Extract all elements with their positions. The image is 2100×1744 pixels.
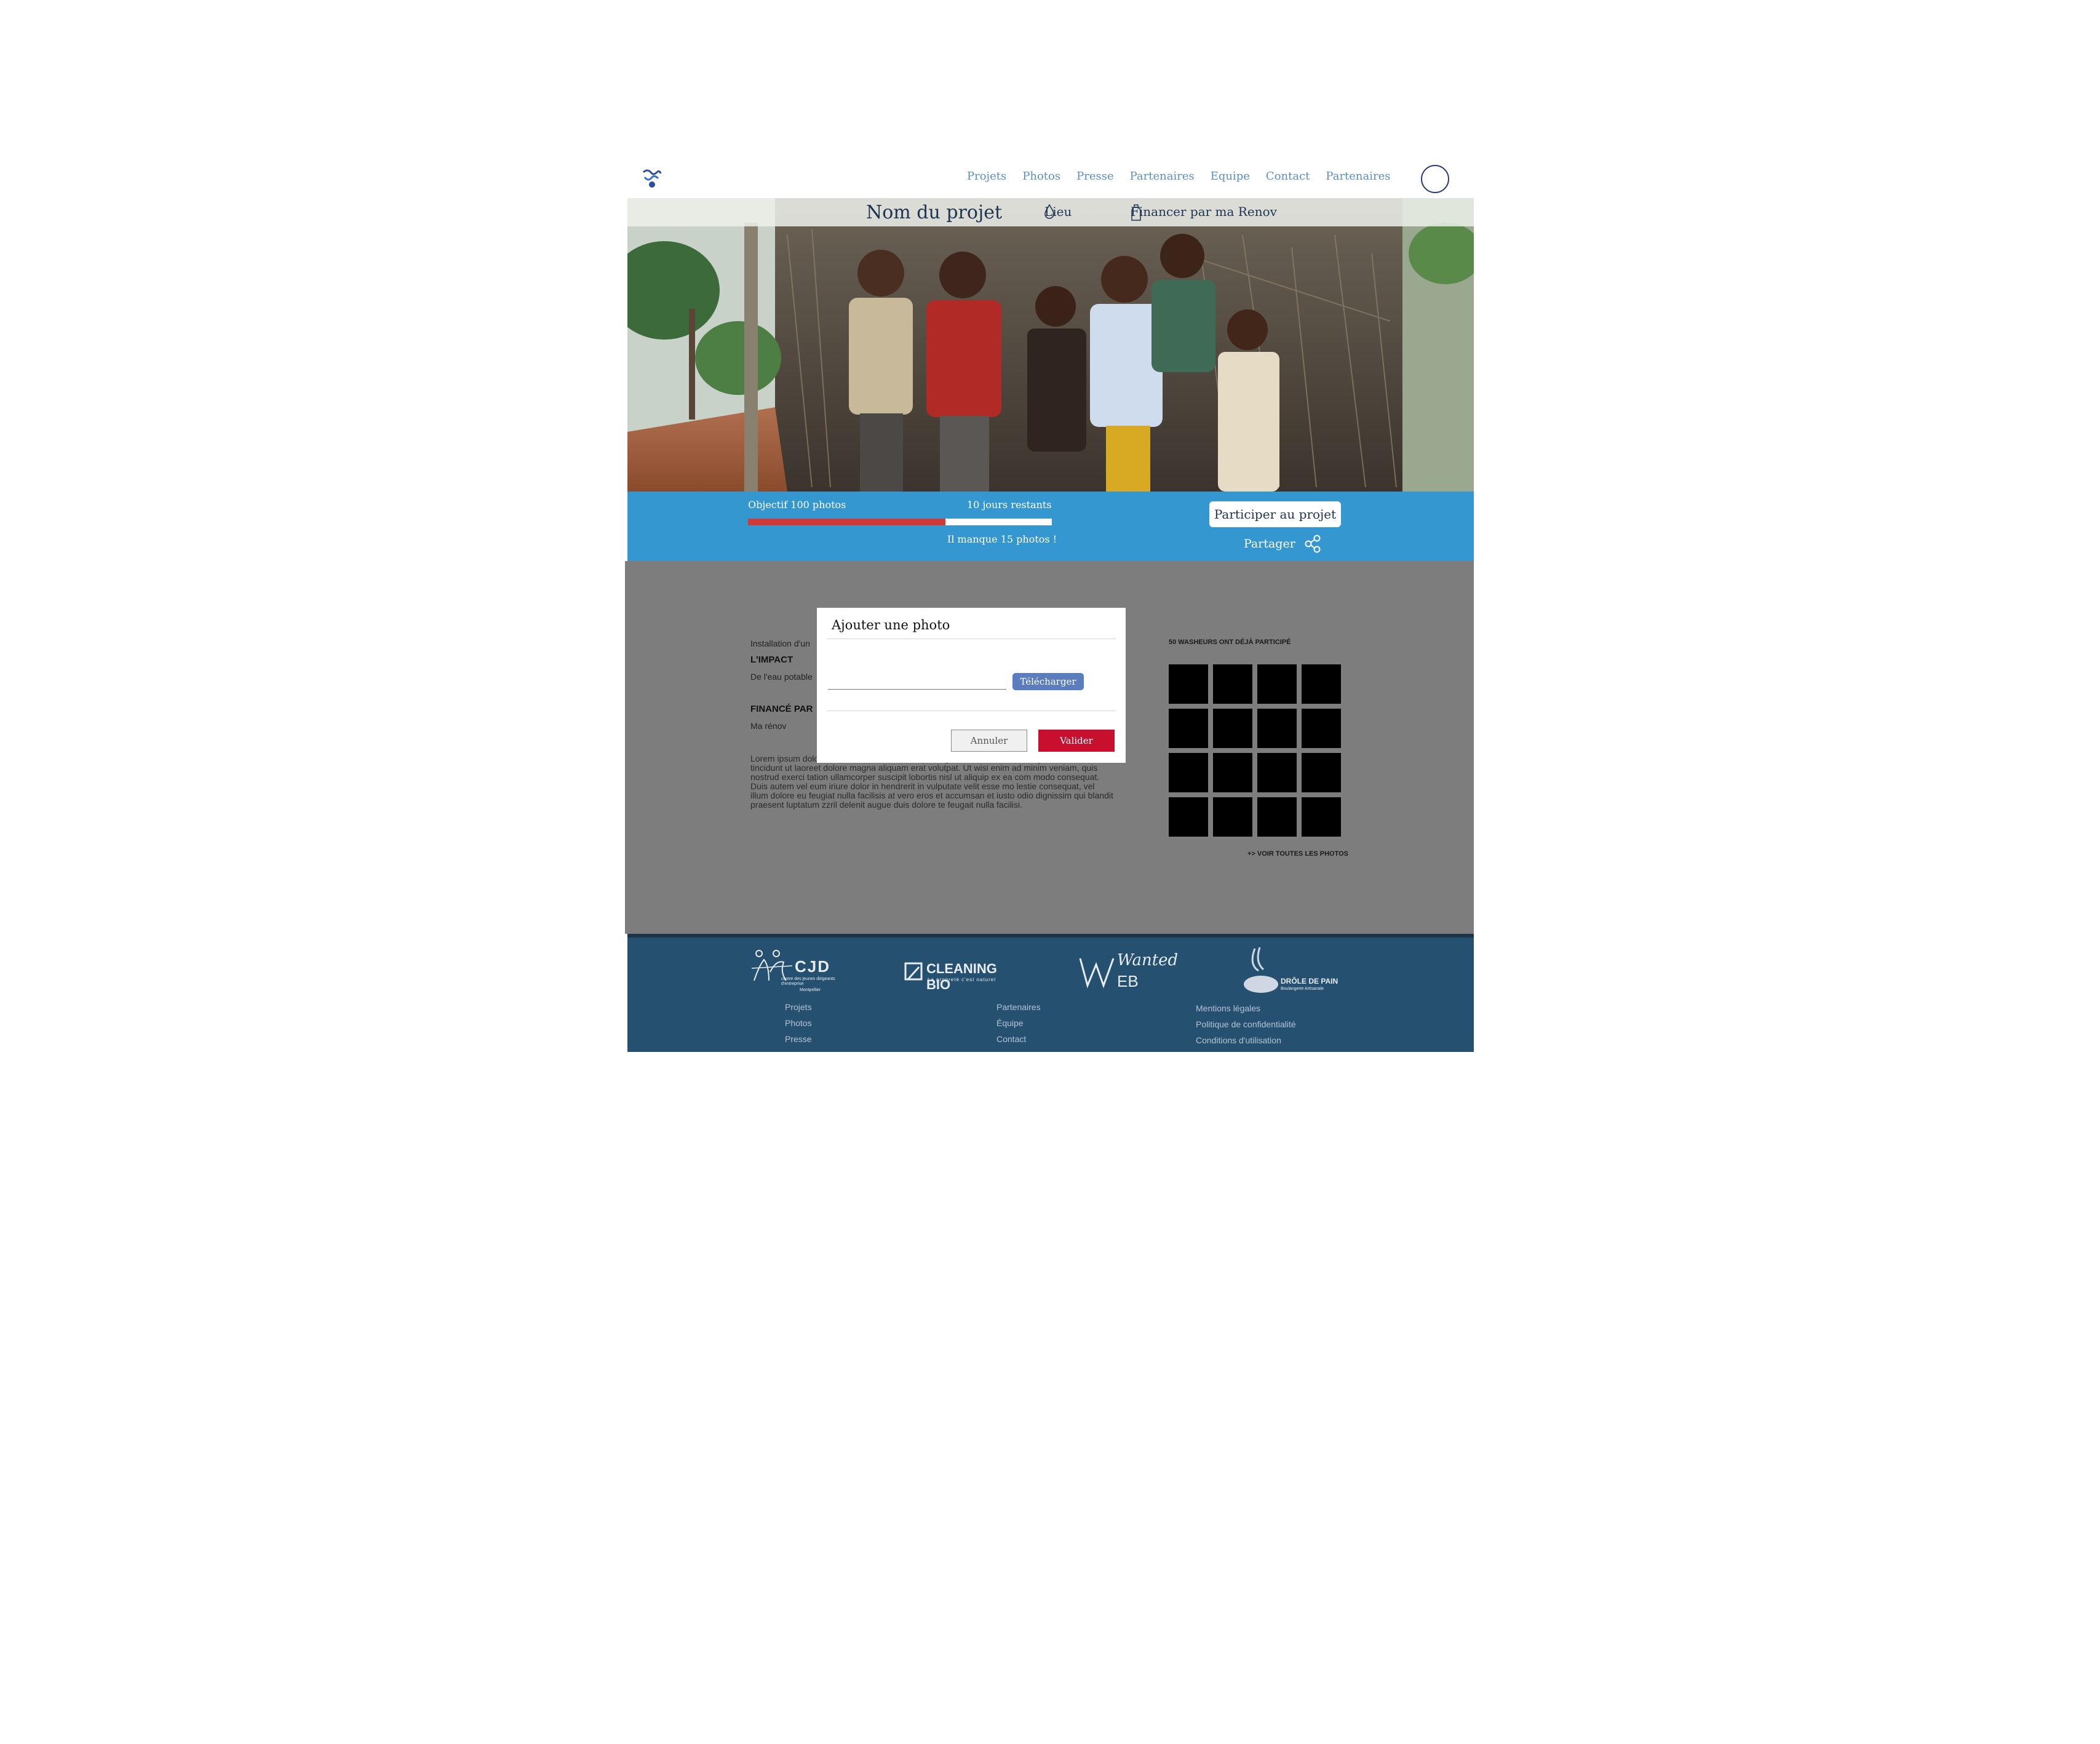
footer-link-equipe[interactable]: Équipe [996,1015,1041,1031]
cleaning-bio-mark-icon [904,962,923,981]
cjd-city: Montpellier [800,988,821,992]
participant-photo[interactable] [1302,753,1341,792]
footer-col-2: Partenaires Équipe Contact [996,999,1041,1047]
progress-bar [748,519,1052,525]
cleaning-bio-logo[interactable]: CLEANING BIO La propreté c'est naturel [904,961,1021,992]
participant-photo[interactable] [1257,709,1297,748]
participant-photo[interactable] [1302,797,1341,837]
progress-bar-fill [748,519,946,525]
financer: Financer par ma Renov [1131,204,1277,221]
participant-photo[interactable] [1213,664,1252,704]
nav-partenaires-2[interactable]: Partenaires [1326,170,1390,183]
participant-photo[interactable] [1213,709,1252,748]
nav-equipe[interactable]: Equipe [1211,170,1250,183]
participant-photo[interactable] [1257,664,1297,704]
validate-button[interactable]: Valider [1038,730,1115,752]
footer-link-projets[interactable]: Projets [785,999,812,1015]
upload-button[interactable]: Télécharger [1012,673,1084,690]
footer: CJD centre des jeunes dirigeants d'entre… [627,938,1474,1052]
participant-photo[interactable] [1302,664,1341,704]
wanted-web-w-icon [1079,958,1115,989]
footer-link-presse[interactable]: Presse [785,1031,812,1047]
footer-link-terms[interactable]: Conditions d'utilisation [1196,1032,1296,1048]
nav-partenaires[interactable]: Partenaires [1130,170,1195,183]
participant-photo[interactable] [1302,709,1341,748]
participant-photo[interactable] [1169,753,1208,792]
top-bar: Projets Photos Presse Partenaires Equipe… [627,154,1474,198]
impact-heading: L'IMPACT [750,655,793,665]
footer-col-3: Mentions légales Politique de confidenti… [1196,1000,1296,1048]
drole-de-pain-wordmark: DRÔLE DE PAIN [1281,977,1338,985]
project-title: Nom du projet [866,202,1003,223]
participate-button[interactable]: Participer au projet [1209,501,1341,527]
hero-photo [627,198,1474,492]
main-nav: Projets Photos Presse Partenaires Equipe… [967,170,1391,183]
wanted-web-logo[interactable]: Wanted EB [1079,951,1179,992]
footer-link-mentions[interactable]: Mentions légales [1196,1000,1296,1016]
web-wordmark: EB [1117,972,1139,990]
days-left-label: 10 jours restants [967,499,1052,511]
drole-de-pain-tagline: Boulangerie Artisanale [1281,987,1324,991]
objective-label: Objectif 100 photos [748,499,846,511]
see-all-photos-link[interactable]: +> VOIR TOUTES LES PHOTOS [1247,850,1348,858]
cjd-logo[interactable]: CJD centre des jeunes dirigeants d'entre… [750,947,837,994]
cjd-wordmark: CJD [795,957,831,976]
impact-text: De l'eau potable [750,672,813,682]
nav-projets[interactable]: Projets [967,170,1006,183]
site-logo[interactable] [641,167,663,189]
participant-photo[interactable] [1257,753,1297,792]
participant-photo-grid [1169,664,1341,837]
cancel-button[interactable]: Annuler [951,730,1027,752]
nav-presse[interactable]: Presse [1076,170,1114,183]
cleaning-bio-tagline: La propreté c'est naturel [928,977,996,982]
financed-heading: FINANCÉ PAR [750,704,813,714]
nav-photos[interactable]: Photos [1022,170,1060,183]
modal-title: Ajouter une photo [832,618,950,632]
participant-photo[interactable] [1169,664,1208,704]
footer-link-photos[interactable]: Photos [785,1015,812,1031]
drole-de-pain-logo[interactable]: DRÔLE DE PAIN Boulangerie Artisanale [1243,946,1347,995]
participant-photo[interactable] [1213,753,1252,792]
participant-photo[interactable] [1169,797,1208,837]
participant-photo[interactable] [1257,797,1297,837]
footer-link-contact[interactable]: Contact [996,1031,1041,1047]
hero-info-band: Nom du projet Lieu Financer par ma Renov [627,198,1474,226]
footer-col-1: Projets Photos Presse [785,999,812,1047]
nav-contact[interactable]: Contact [1266,170,1310,183]
add-photo-modal: Ajouter une photo Télécharger Annuler Va… [817,608,1126,763]
bottle-icon [1131,204,1141,221]
location: Lieu [1044,204,1072,219]
share-button[interactable]: Partager [1244,535,1321,553]
file-path-input[interactable] [828,673,1006,690]
hero-banner: Nom du projet Lieu Financer par ma Renov [627,198,1474,492]
progress-band: Objectif 100 photos 10 jours restants Il… [627,492,1474,561]
financed-text: Ma rénov [750,721,787,731]
bread-icon [1244,947,1278,993]
wanted-script: Wanted [1117,951,1179,970]
project-intro: Installation d'un [750,639,810,648]
participants-title: 50 WASHEURS ONT DÉJÀ PARTICIPÉ [1169,639,1291,646]
share-label: Partager [1244,537,1295,551]
cjd-subtitle: centre des jeunes dirigeants d'entrepris… [781,977,835,986]
participant-photo[interactable] [1213,797,1252,837]
footer-link-privacy[interactable]: Politique de confidentialité [1196,1016,1296,1032]
page: Projets Photos Presse Partenaires Equipe… [625,154,1474,1052]
user-avatar-button[interactable] [1421,165,1449,193]
financer-label: Financer par ma Renov [1131,204,1277,219]
missing-photos-label: Il manque 15 photos ! [947,533,1057,545]
footer-link-partenaires[interactable]: Partenaires [996,999,1041,1015]
drop-icon [1044,204,1054,219]
share-icon [1305,535,1321,553]
participant-photo[interactable] [1169,709,1208,748]
